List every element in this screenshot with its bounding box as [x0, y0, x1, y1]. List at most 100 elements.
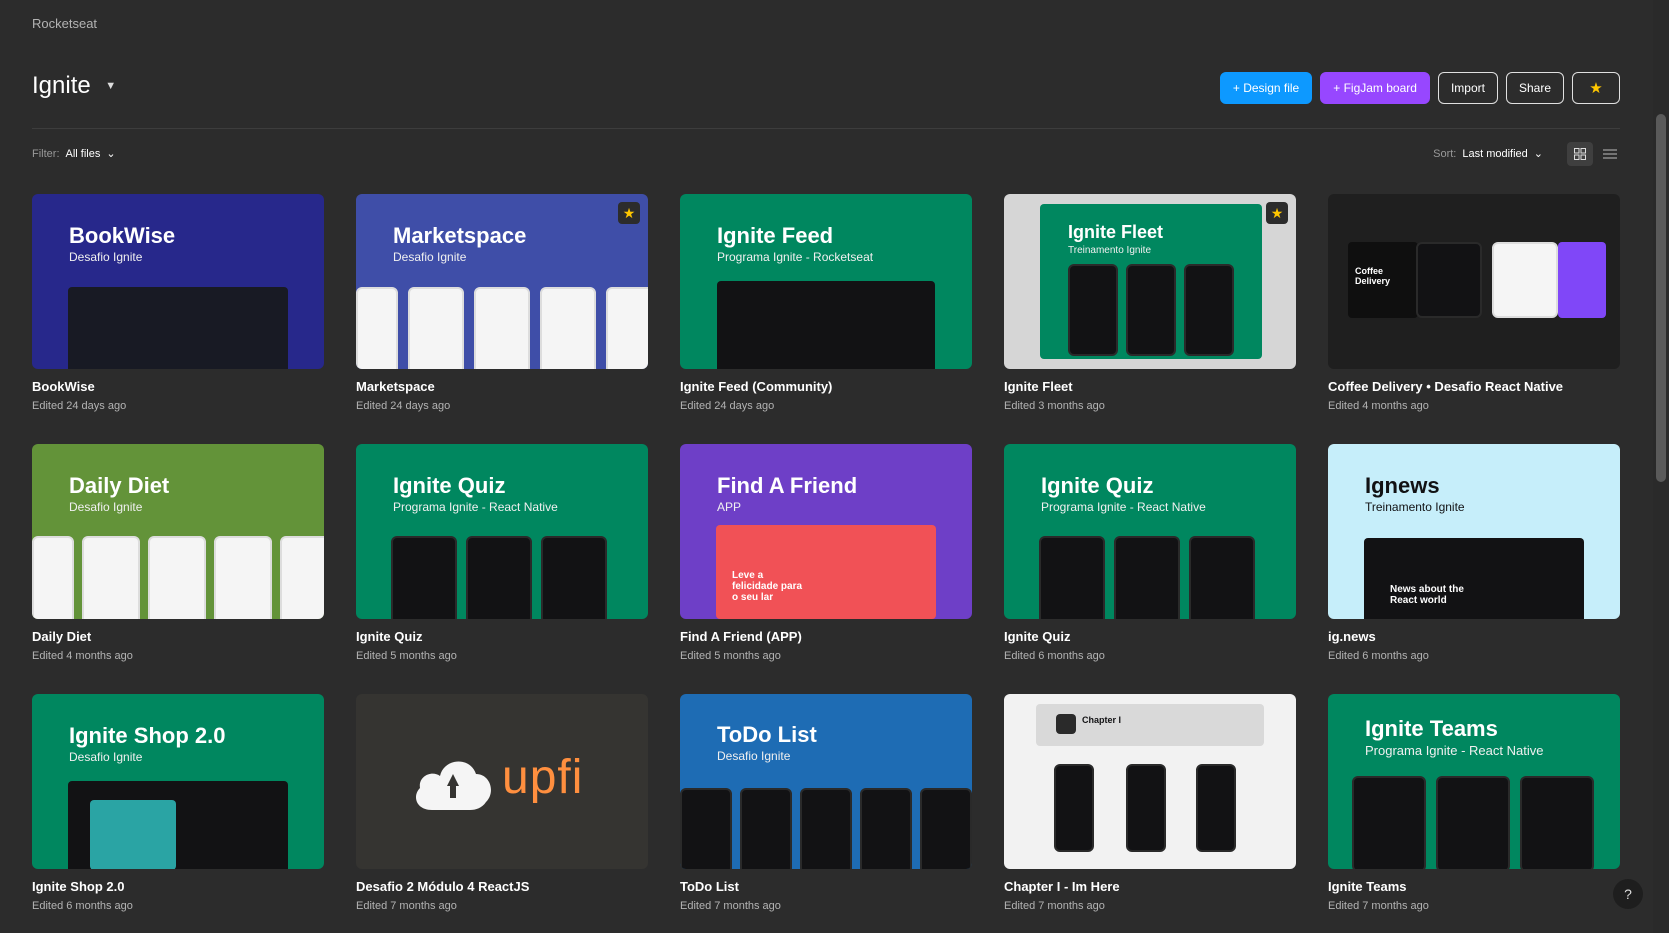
filter-label: Filter:: [32, 147, 60, 160]
thumb-title: Ignite Teams: [1365, 716, 1498, 741]
file-card[interactable]: Chapter I Chapter I - Im Here Edited 7 m…: [1004, 694, 1296, 912]
share-button[interactable]: Share: [1505, 72, 1564, 104]
file-card[interactable]: Ignite Fleet Treinamento Ignite ★ Ignite…: [1004, 194, 1296, 412]
file-thumbnail[interactable]: Ignite Teams Programa Ignite - React Nat…: [1328, 694, 1620, 869]
file-name: Ignite Quiz: [1004, 629, 1071, 644]
file-edited: Edited 7 months ago: [1328, 900, 1429, 912]
thumb-subtitle: Programa Ignite - React Native: [393, 500, 558, 514]
file-thumbnail[interactable]: Ignite Feed Programa Ignite - Rocketseat: [680, 194, 972, 369]
app-mockup: [1364, 538, 1584, 619]
scrollbar[interactable]: [1653, 0, 1669, 933]
grid-view-button[interactable]: [1567, 142, 1593, 166]
coffee-thumb-label: Coffee Delivery: [1355, 266, 1391, 286]
file-edited: Edited 5 months ago: [356, 650, 457, 662]
filter-control[interactable]: Filter: All files ⌄: [32, 147, 116, 161]
new-design-file-button[interactable]: + Design file: [1219, 72, 1313, 104]
file-edited: Edited 4 months ago: [32, 650, 133, 662]
phone-mockup: [1189, 536, 1255, 619]
list-icon: [1603, 149, 1617, 159]
chevron-down-icon[interactable]: ▼: [101, 76, 121, 96]
file-name: Ignite Shop 2.0: [32, 879, 125, 894]
file-card[interactable]: BookWise Desafio Ignite BookWise Edited …: [32, 194, 324, 412]
file-thumbnail[interactable]: BookWise Desafio Ignite: [32, 194, 324, 369]
file-edited: Edited 6 months ago: [32, 900, 133, 912]
sort-control[interactable]: Sort: Last modified ⌄: [1433, 147, 1543, 161]
star-project-button[interactable]: ★: [1572, 72, 1620, 104]
thumb-title: Ignite Shop 2.0: [69, 723, 226, 748]
star-icon: ★: [1589, 80, 1603, 97]
phone-mockup: [32, 536, 74, 619]
thumb-subtitle: Desafio Ignite: [393, 250, 467, 264]
file-card[interactable]: Ignite Quiz Programa Ignite - React Nati…: [1004, 444, 1296, 662]
file-name: Ignite Fleet: [1004, 379, 1073, 394]
phone-mockup: [540, 287, 596, 369]
hero-text: Leve a felicidade para o seu lar: [732, 570, 803, 603]
chapter-icon: [1056, 714, 1076, 734]
file-card[interactable]: ToDo List Desafio Ignite ToDo List Edite…: [680, 694, 972, 912]
thumb-title: Chapter I: [1082, 715, 1122, 725]
phone-mockup: [408, 287, 464, 369]
file-card[interactable]: Ignite Quiz Programa Ignite - React Nati…: [356, 444, 648, 662]
file-name: ig.news: [1328, 629, 1376, 644]
file-thumbnail[interactable]: Chapter I: [1004, 694, 1296, 869]
phone-mockup: [1039, 536, 1105, 619]
phone-mockup: [1492, 242, 1558, 318]
upfi-wordmark: upfi: [502, 751, 584, 804]
file-thumbnail[interactable]: Marketspace Desafio Ignite ★: [356, 194, 648, 369]
phone-mockup: [541, 536, 607, 619]
file-thumbnail[interactable]: upfi: [356, 694, 648, 869]
file-thumbnail[interactable]: Daily Diet Desafio Ignite: [32, 444, 324, 619]
file-card[interactable]: Daily Diet Desafio Ignite Daily Diet Edi…: [32, 444, 324, 662]
file-thumbnail[interactable]: ToDo List Desafio Ignite: [680, 694, 972, 869]
help-button[interactable]: ?: [1613, 879, 1643, 909]
phone-mockup: [466, 536, 532, 619]
favorite-star-icon[interactable]: ★: [618, 202, 640, 224]
thumb-subtitle: Desafio Ignite: [69, 250, 143, 264]
file-thumbnail[interactable]: Ignite Shop 2.0 Desafio Ignite: [32, 694, 324, 869]
file-card[interactable]: Marketspace Desafio Ignite ★ Marketspace…: [356, 194, 648, 412]
team-name[interactable]: Rocketseat: [32, 16, 97, 31]
file-card[interactable]: Find A Friend APP Leve a felicidade para…: [680, 444, 972, 662]
file-name: ToDo List: [680, 879, 739, 894]
thumb-title: Ignite Fleet: [1068, 222, 1164, 242]
phone-mockup: [356, 287, 398, 369]
filter-value[interactable]: All files: [66, 148, 101, 160]
product-image: [90, 800, 176, 869]
file-card[interactable]: Ignite Teams Programa Ignite - React Nat…: [1328, 694, 1620, 912]
file-thumbnail[interactable]: Ignite Quiz Programa Ignite - React Nati…: [1004, 444, 1296, 619]
list-view-button[interactable]: [1597, 142, 1623, 166]
file-name: BookWise: [32, 379, 95, 394]
file-grid: BookWise Desafio Ignite BookWise Edited …: [32, 194, 1620, 912]
file-thumbnail[interactable]: Ignite Fleet Treinamento Ignite ★: [1004, 194, 1296, 369]
file-edited: Edited 6 months ago: [1004, 650, 1105, 662]
phone-mockup: [1352, 776, 1426, 869]
thumb-subtitle: Programa Ignite - React Native: [1041, 500, 1206, 514]
file-name: Marketspace: [356, 379, 435, 394]
app-mockup: [717, 281, 935, 369]
phone-mockup: [1054, 764, 1094, 852]
phone-mockup: [1068, 264, 1118, 356]
phone-mockup: [1126, 764, 1166, 852]
file-edited: Edited 24 days ago: [32, 400, 127, 412]
phone-mockup: [920, 788, 972, 869]
scrollbar-thumb[interactable]: [1656, 114, 1666, 482]
file-thumbnail[interactable]: Ignews Treinamento Ignite News about the…: [1328, 444, 1620, 619]
file-edited: Edited 24 days ago: [680, 400, 775, 412]
file-card[interactable]: Coffee Delivery Coffee Delivery • Desafi…: [1328, 194, 1620, 412]
file-card[interactable]: Ignite Shop 2.0 Desafio Ignite Ignite Sh…: [32, 694, 324, 912]
new-figjam-board-button[interactable]: + FigJam board: [1320, 72, 1430, 104]
file-card[interactable]: Ignews Treinamento Ignite News about the…: [1328, 444, 1620, 662]
phone-mockup: [1126, 264, 1176, 356]
chevron-down-icon: ⌄: [106, 148, 116, 160]
cloud-logo-icon: [416, 761, 491, 810]
file-edited: Edited 3 months ago: [1004, 400, 1105, 412]
file-thumbnail[interactable]: Coffee Delivery: [1328, 194, 1620, 369]
favorite-star-icon[interactable]: ★: [1266, 202, 1288, 224]
phone-mockup: [1520, 776, 1594, 869]
file-card[interactable]: Ignite Feed Programa Ignite - Rocketseat…: [680, 194, 972, 412]
file-thumbnail[interactable]: Find A Friend APP Leve a felicidade para…: [680, 444, 972, 619]
sort-value[interactable]: Last modified: [1462, 148, 1527, 160]
file-card[interactable]: upfi Desafio 2 Módulo 4 ReactJS Edited 7…: [356, 694, 648, 912]
import-button[interactable]: Import: [1437, 72, 1498, 104]
file-thumbnail[interactable]: Ignite Quiz Programa Ignite - React Nati…: [356, 444, 648, 619]
